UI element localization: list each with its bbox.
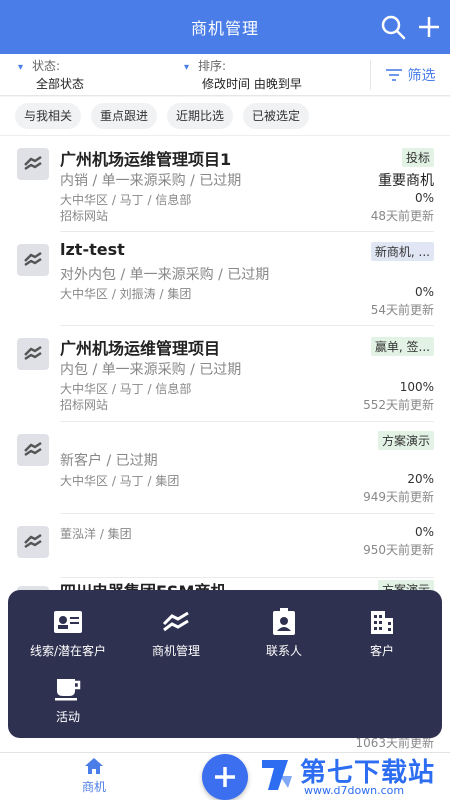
item-updated: 949天前更新 <box>363 490 434 504</box>
site-watermark: 第七下载站 www.d7down.com <box>254 750 450 800</box>
stage-badge: 方案演示 <box>377 431 434 450</box>
handshake-icon <box>161 608 191 636</box>
item-meta: 董泓洋 / 集团 <box>60 527 132 541</box>
menu-item-leads[interactable]: 线索/潜在客户 <box>14 608 122 659</box>
home-icon <box>85 758 103 774</box>
handshake-icon <box>17 148 49 180</box>
item-name: lzt-test <box>60 240 125 259</box>
watermark-url: www.d7down.com <box>304 784 405 797</box>
menu-item-opportunity[interactable]: 商机管理 <box>122 608 230 659</box>
building-icon <box>367 608 397 636</box>
screen-button[interactable]: 筛选 <box>370 60 450 90</box>
chevron-down-icon: ▾ <box>18 62 24 73</box>
top-bar: 商机管理 <box>0 0 450 54</box>
stage-badge: 投标 <box>401 148 434 167</box>
handshake-icon <box>17 338 49 370</box>
item-meta: 大中华区 / 马丁 / 信息部 <box>60 193 192 207</box>
list-item[interactable]: 董泓洋 / 集团 0% 950天前更新 <box>0 514 450 578</box>
item-sub: 内包 / 单一来源采购 / 已过期 <box>60 362 242 378</box>
item-percent: 0% <box>414 285 434 299</box>
list-item[interactable]: 新客户 / 已过期 大中华区 / 马丁 / 集团 方案演示 20% 949天前更… <box>0 422 450 514</box>
item-source: 招标网站 <box>60 398 109 412</box>
item-sub: 新客户 / 已过期 <box>60 453 158 469</box>
chip-recent[interactable]: 近期比选 <box>167 103 234 129</box>
item-updated: 54天前更新 <box>370 303 434 317</box>
item-meta: 大中华区 / 马丁 / 集团 <box>60 474 180 488</box>
item-percent: 0% <box>414 191 434 205</box>
item-updated: 950天前更新 <box>363 543 434 557</box>
menu-item-activity[interactable]: 活动 <box>14 674 122 725</box>
status-filter[interactable]: ▾ 状态: 全部状态 <box>18 58 84 92</box>
menu-item-customer[interactable]: 客户 <box>328 608 436 659</box>
list-item[interactable]: 广州机场运维管理项目1 内销 / 单一来源采购 / 已过期 大中华区 / 马丁 … <box>0 136 450 232</box>
handshake-icon <box>17 434 49 466</box>
item-source: 招标网站 <box>60 209 109 223</box>
item-name: 广州机场运维管理项目1 <box>60 150 232 169</box>
id-card-icon <box>53 608 83 636</box>
search-icon[interactable] <box>380 14 406 40</box>
filter-icon <box>385 69 402 81</box>
plus-icon <box>215 767 235 787</box>
item-sub: 内销 / 单一来源采购 / 已过期 <box>60 173 242 189</box>
item-meta: 大中华区 / 马丁 / 信息部 <box>60 382 192 396</box>
chip-follow[interactable]: 重点跟进 <box>91 103 158 129</box>
add-icon[interactable] <box>416 14 442 40</box>
quick-filter-chips: 与我相关 重点跟进 近期比选 已被选定 <box>0 97 450 136</box>
filter-bar: ▾ 状态: 全部状态 ▾ 排序: 修改时间 由晚到早 筛选 <box>0 54 450 96</box>
sort-filter[interactable]: ▾ 排序: 修改时间 由晚到早 <box>184 58 302 92</box>
chip-selected[interactable]: 已被选定 <box>243 103 310 129</box>
handshake-icon <box>17 526 49 558</box>
item-percent: 100% <box>399 380 434 394</box>
item-percent: 20% <box>407 472 434 486</box>
tab-home[interactable]: 商机 <box>64 757 124 795</box>
list-item[interactable]: 广州机场运维管理项目 内包 / 单一来源采购 / 已过期 大中华区 / 马丁 /… <box>0 326 450 422</box>
item-sub: 对外内包 / 单一来源采购 / 已过期 <box>60 267 270 283</box>
watermark-logo-icon <box>262 760 292 790</box>
item-percent: 0% <box>414 525 434 539</box>
contact-badge-icon <box>269 608 299 636</box>
list-item[interactable]: lzt-test 对外内包 / 单一来源采购 / 已过期 大中华区 / 刘振涛 … <box>0 232 450 326</box>
item-name: 广州机场运维管理项目 <box>60 339 221 358</box>
quick-create-menu: 线索/潜在客户 商机管理 联系人 客户 活动 <box>8 590 442 738</box>
menu-item-contact[interactable]: 联系人 <box>230 608 338 659</box>
create-fab-button[interactable] <box>202 754 248 800</box>
item-meta: 大中华区 / 刘振涛 / 集团 <box>60 287 192 301</box>
chip-related[interactable]: 与我相关 <box>15 103 82 129</box>
item-updated: 552天前更新 <box>363 398 434 412</box>
handshake-icon <box>17 244 49 276</box>
item-updated: 48天前更新 <box>370 209 434 223</box>
coffee-cup-icon <box>53 674 83 702</box>
chevron-down-icon: ▾ <box>184 62 190 73</box>
stage-badge: 新商机, ... <box>370 242 434 261</box>
stage-badge: 赢单, 签... <box>370 337 434 356</box>
item-importance: 重要商机 <box>378 173 434 189</box>
